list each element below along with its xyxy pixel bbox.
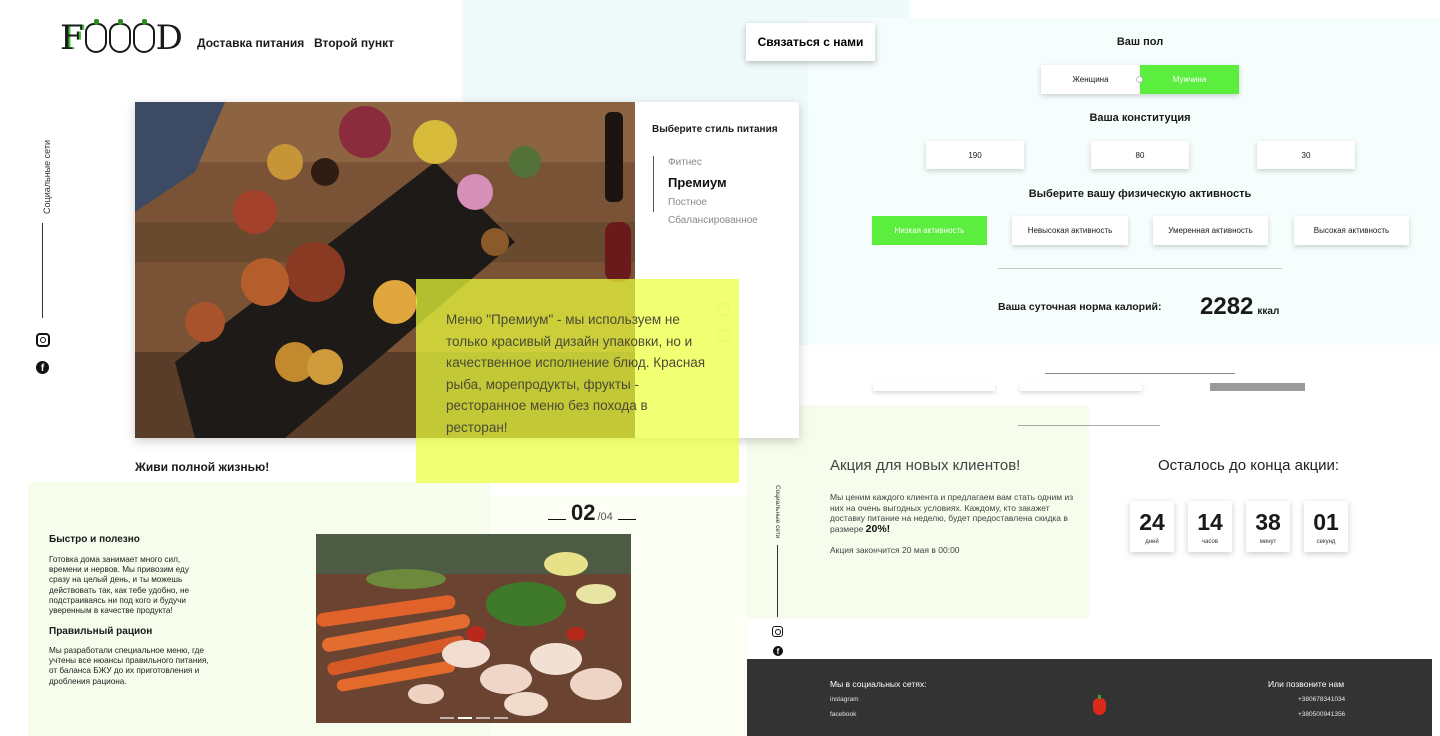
facebook-icon[interactable]: f [773, 646, 783, 656]
countdown-minutes: 38 минут [1246, 501, 1290, 552]
countdown-seconds: 01 секунд [1304, 501, 1348, 552]
calorie-result-label: Ваша суточная норма калорий: [998, 301, 1162, 313]
calorie-result: 2282 ккал [1200, 293, 1279, 321]
instagram-icon[interactable] [772, 626, 783, 637]
constitution-label: Ваша конституция [1089, 112, 1191, 124]
feature-text-fast: Готовка дома занимает много сил, времени… [49, 555, 190, 616]
calorie-value: 2282 [1200, 293, 1254, 320]
style-divider [653, 156, 654, 212]
countdown-hours-unit: часов [1201, 539, 1219, 545]
calorie-unit: ккал [1257, 306, 1280, 317]
countdown-seconds-unit: секунд [1316, 539, 1336, 545]
ghost-button [873, 383, 995, 391]
logo-letter-d: D [155, 18, 183, 58]
next-arrow-icon[interactable] [617, 518, 636, 520]
gender-option-female[interactable]: Женщина [1041, 65, 1140, 94]
footer-phone-1[interactable]: +380678341034 [1298, 696, 1345, 703]
gender-label: Ваш пол [1116, 36, 1164, 48]
countdown-days-unit: дней [1145, 539, 1159, 545]
footer-social-title: Мы в социальных сетях: [830, 679, 927, 689]
gender-option-male[interactable]: Мужчина [1140, 65, 1239, 94]
slider-dot[interactable] [494, 717, 508, 719]
facebook-glyph: f [40, 363, 45, 374]
ghost-divider [1018, 425, 1160, 426]
footer-phone-2[interactable]: +380500941356 [1298, 711, 1345, 718]
logo-pepper-icon [84, 19, 107, 53]
activity-low-button[interactable]: Низкая активность [872, 216, 987, 245]
weight-input[interactable]: 80 [1091, 141, 1189, 169]
footer-link-facebook[interactable]: facebook [830, 711, 856, 718]
social-label-text: Социальные сети [42, 140, 52, 214]
slider-dot[interactable] [440, 717, 454, 719]
promo-social-divider [777, 545, 778, 617]
logo-pepper-icon [132, 19, 155, 53]
footer-phone-title: Или позвоните нам [1268, 679, 1345, 689]
promo-social-label: Социальные сети [770, 485, 790, 545]
social-label: Социальные сети [28, 140, 56, 215]
diet-style-title: Выберите стиль питания [652, 124, 778, 135]
facebook-glyph: f [776, 647, 780, 656]
style-option-premium[interactable]: Премиум [668, 175, 727, 190]
slider-dot[interactable] [458, 717, 472, 719]
logo-letter-f: F [60, 18, 84, 58]
countdown-minutes-unit: минут [1259, 539, 1277, 545]
countdown-title: Осталось до конца акции: [1158, 457, 1340, 474]
age-input[interactable]: 30 [1257, 141, 1355, 169]
countdown-days-value: 24 [1139, 509, 1165, 535]
slider-dots [440, 717, 508, 719]
facebook-icon[interactable]: f [36, 361, 49, 374]
slide-counter: 02 /04 [545, 500, 639, 526]
feature-title-fast: Быстро и полезно [49, 534, 140, 545]
style-option-fitness[interactable]: Фитнес [668, 157, 702, 168]
promo-discount: 20%! [865, 522, 891, 535]
countdown-hours: 14 часов [1188, 501, 1232, 552]
nav-delivery[interactable]: Доставка питания [192, 36, 311, 54]
promo-end-date: Акция закончится 20 мая в 00:00 [830, 545, 960, 555]
promo-text: Мы ценим каждого клиента и предлагаем ва… [830, 492, 1085, 534]
countdown-days: 24 дней [1130, 501, 1174, 552]
ghost-button [1020, 383, 1142, 391]
slider-dot[interactable] [476, 717, 490, 719]
contact-us-button[interactable]: Связаться с нами [746, 23, 875, 61]
activity-below-moderate-button[interactable]: Невысокая активность [1012, 216, 1128, 245]
footer-link-instagram[interactable]: instagram [830, 696, 859, 703]
activity-label: Выберите вашу физическую активность [1028, 188, 1252, 200]
style-option-balanced[interactable]: Сбалансированное [668, 215, 758, 226]
height-input[interactable]: 190 [926, 141, 1024, 169]
promo-social-text: Социальные сети [774, 485, 781, 539]
activity-high-button[interactable]: Высокая активность [1294, 216, 1409, 245]
style-option-lenten[interactable]: Постное [668, 197, 707, 208]
countdown-seconds-value: 01 [1313, 509, 1339, 535]
vegetables-illustration [316, 534, 631, 723]
instagram-icon[interactable] [36, 333, 50, 347]
feature-text-ration: Мы разработали специальное меню, где учт… [49, 646, 209, 686]
premium-description: Меню "Премиум" - мы используем не только… [446, 312, 706, 435]
tagline: Живи полной жизнью! [135, 460, 270, 474]
calculator-divider [998, 268, 1282, 269]
social-divider [42, 223, 43, 318]
prev-arrow-icon[interactable] [548, 518, 566, 520]
countdown-minutes-value: 38 [1255, 509, 1281, 535]
nav-second-item[interactable]: Второй пункт [310, 36, 400, 54]
ghost-divider [1045, 373, 1235, 374]
logo[interactable]: F D [60, 18, 183, 58]
vegetables-image [316, 534, 631, 723]
activity-moderate-button[interactable]: Умеренная активность [1153, 216, 1268, 245]
pepper-icon [1093, 695, 1106, 715]
slide-total: /04 [597, 511, 613, 523]
slide-current: 02 [571, 500, 596, 525]
countdown-hours-value: 14 [1197, 509, 1223, 535]
logo-pepper-icon [108, 19, 131, 53]
feature-title-ration: Правильный рацион [49, 626, 153, 637]
promo-title: Акция для новых клиентов! [830, 457, 1021, 474]
premium-description-box: Меню "Премиум" - мы используем не только… [416, 279, 739, 483]
ghost-button [1210, 383, 1305, 391]
toggle-knob[interactable] [1136, 76, 1143, 83]
